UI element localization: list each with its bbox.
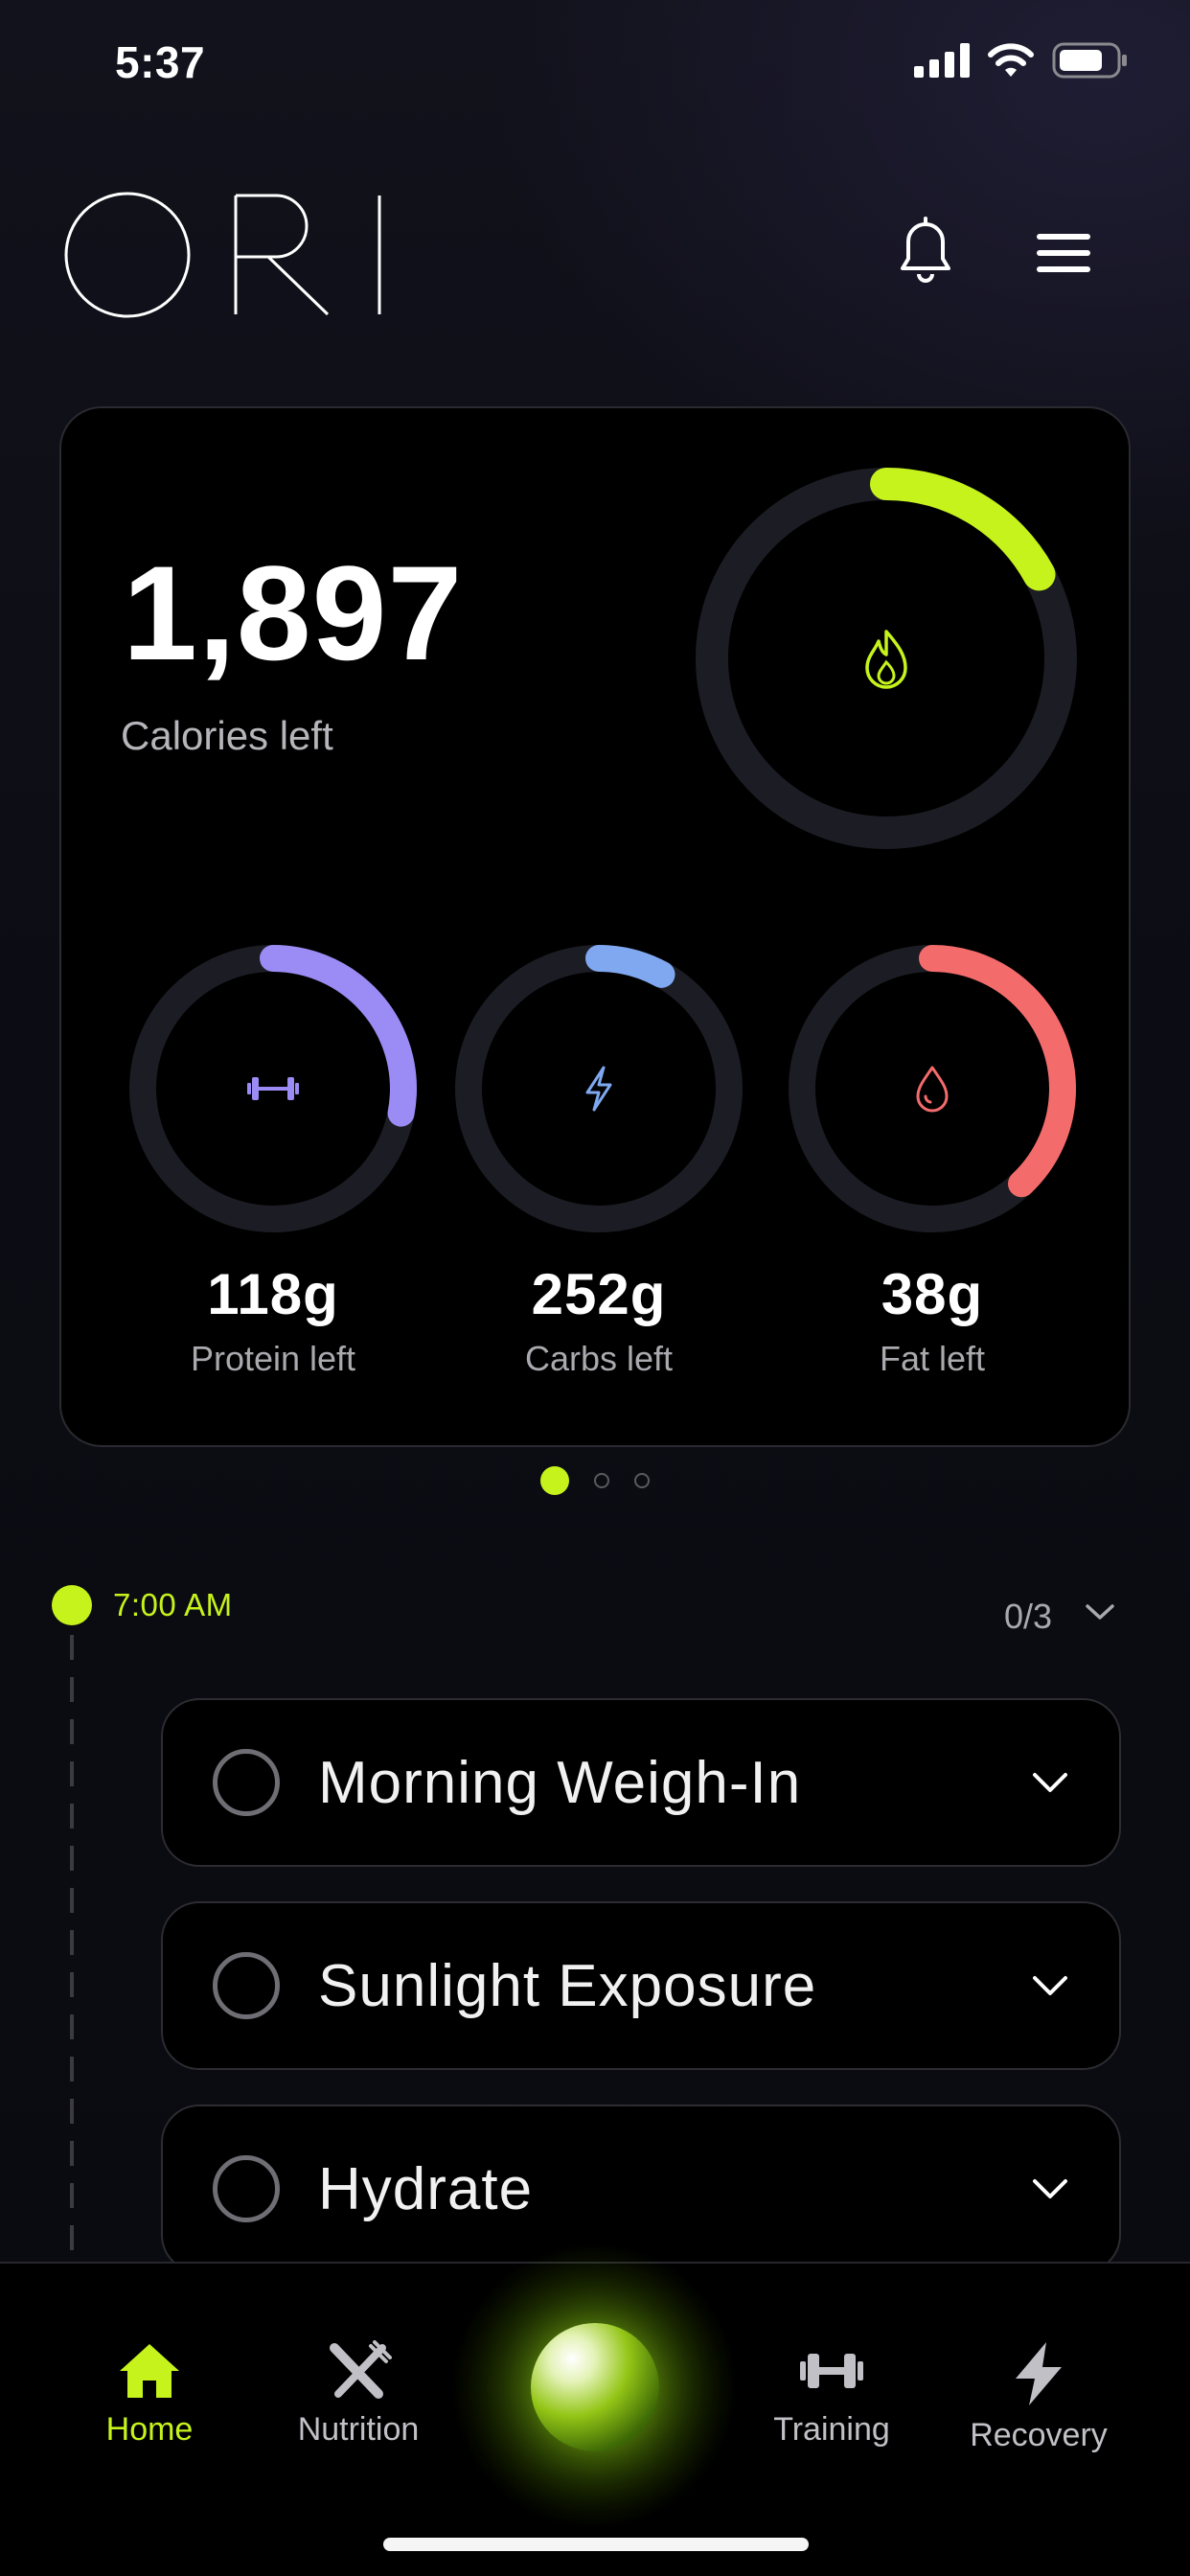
task-title: Hydrate [318, 2155, 534, 2222]
fat-left-label: Fat left [879, 1339, 986, 1378]
flame-icon [865, 630, 907, 689]
app-logo [64, 192, 381, 318]
calories-left-value: 1,897 [123, 538, 464, 688]
dumbbell-icon [247, 1077, 299, 1100]
pager-dot-2[interactable] [594, 1473, 609, 1488]
timeline-line [70, 1635, 74, 2267]
task-title: Sunlight Exposure [318, 1952, 817, 2019]
calories-left-label: Calories left [121, 713, 333, 758]
card-pager[interactable] [0, 1466, 1190, 1495]
carbs-left-label: Carbs left [524, 1339, 674, 1378]
timeline-marker [52, 1585, 92, 1625]
nav-home[interactable]: Home [54, 2340, 245, 2449]
calories-ring [696, 468, 1077, 849]
assistant-orb-button[interactable] [531, 2323, 659, 2451]
chevron-down-icon[interactable] [1031, 1973, 1069, 1998]
screen: 5:37 1,897 Calories left 118g Protein le… [0, 0, 1190, 2576]
nutrition-summary-card[interactable]: 1,897 Calories left 118g Protein left 25… [59, 406, 1131, 1447]
carbs-ring [455, 945, 743, 1232]
status-time: 5:37 [115, 37, 206, 87]
cellular-signal-icon [914, 43, 970, 78]
notifications-bell-icon[interactable] [891, 213, 960, 286]
nav-recovery[interactable]: Recovery [943, 2340, 1134, 2454]
home-indicator [383, 2538, 809, 2551]
nav-nutrition-label: Nutrition [297, 2411, 420, 2448]
drop-icon [916, 1066, 949, 1113]
home-icon [120, 2344, 179, 2398]
bolt-icon [585, 1066, 612, 1112]
task-sunlight-exposure[interactable]: Sunlight Exposure [161, 1901, 1121, 2070]
pager-dot-3[interactable] [634, 1473, 650, 1488]
task-checkbox[interactable] [213, 1749, 280, 1816]
battery-icon [1052, 42, 1127, 79]
timeline-task-count: 0/3 [1004, 1597, 1053, 1636]
protein-left-label: Protein left [190, 1339, 356, 1378]
macro-fat: 38g Fat left [784, 945, 1081, 1379]
pager-dot-1[interactable] [540, 1466, 569, 1495]
chevron-down-icon[interactable] [1031, 1770, 1069, 1795]
task-checkbox[interactable] [213, 1952, 280, 2019]
hamburger-menu-icon[interactable] [1037, 232, 1090, 274]
nav-nutrition[interactable]: Nutrition [263, 2340, 454, 2449]
fat-left-value: 38g [881, 1262, 984, 1326]
timeline-time: 7:00 AM [113, 1587, 233, 1622]
task-morning-weigh-in[interactable]: Morning Weigh-In [161, 1698, 1121, 1867]
chevron-down-icon[interactable] [1031, 2176, 1069, 2201]
macro-carbs: 252g Carbs left [450, 945, 747, 1379]
task-hydrate[interactable]: Hydrate [161, 2104, 1121, 2273]
timeline-collapse-chevron-icon[interactable] [1085, 1602, 1115, 1622]
protein-ring [129, 945, 417, 1232]
nav-training[interactable]: Training [736, 2340, 927, 2449]
fat-ring [789, 945, 1076, 1232]
task-checkbox[interactable] [213, 2155, 280, 2222]
dumbbell-icon [800, 2354, 863, 2388]
status-icons [914, 42, 1129, 79]
task-title: Morning Weigh-In [318, 1749, 802, 1816]
wifi-icon [988, 43, 1034, 77]
nav-home-label: Home [105, 2411, 194, 2448]
carbs-left-value: 252g [531, 1262, 667, 1326]
protein-left-value: 118g [207, 1262, 339, 1326]
bolt-icon [1016, 2342, 1062, 2405]
nav-training-label: Training [773, 2411, 890, 2448]
utensils-icon [330, 2340, 392, 2399]
nav-recovery-label: Recovery [970, 2417, 1108, 2453]
macro-protein: 118g Protein left [125, 945, 422, 1379]
